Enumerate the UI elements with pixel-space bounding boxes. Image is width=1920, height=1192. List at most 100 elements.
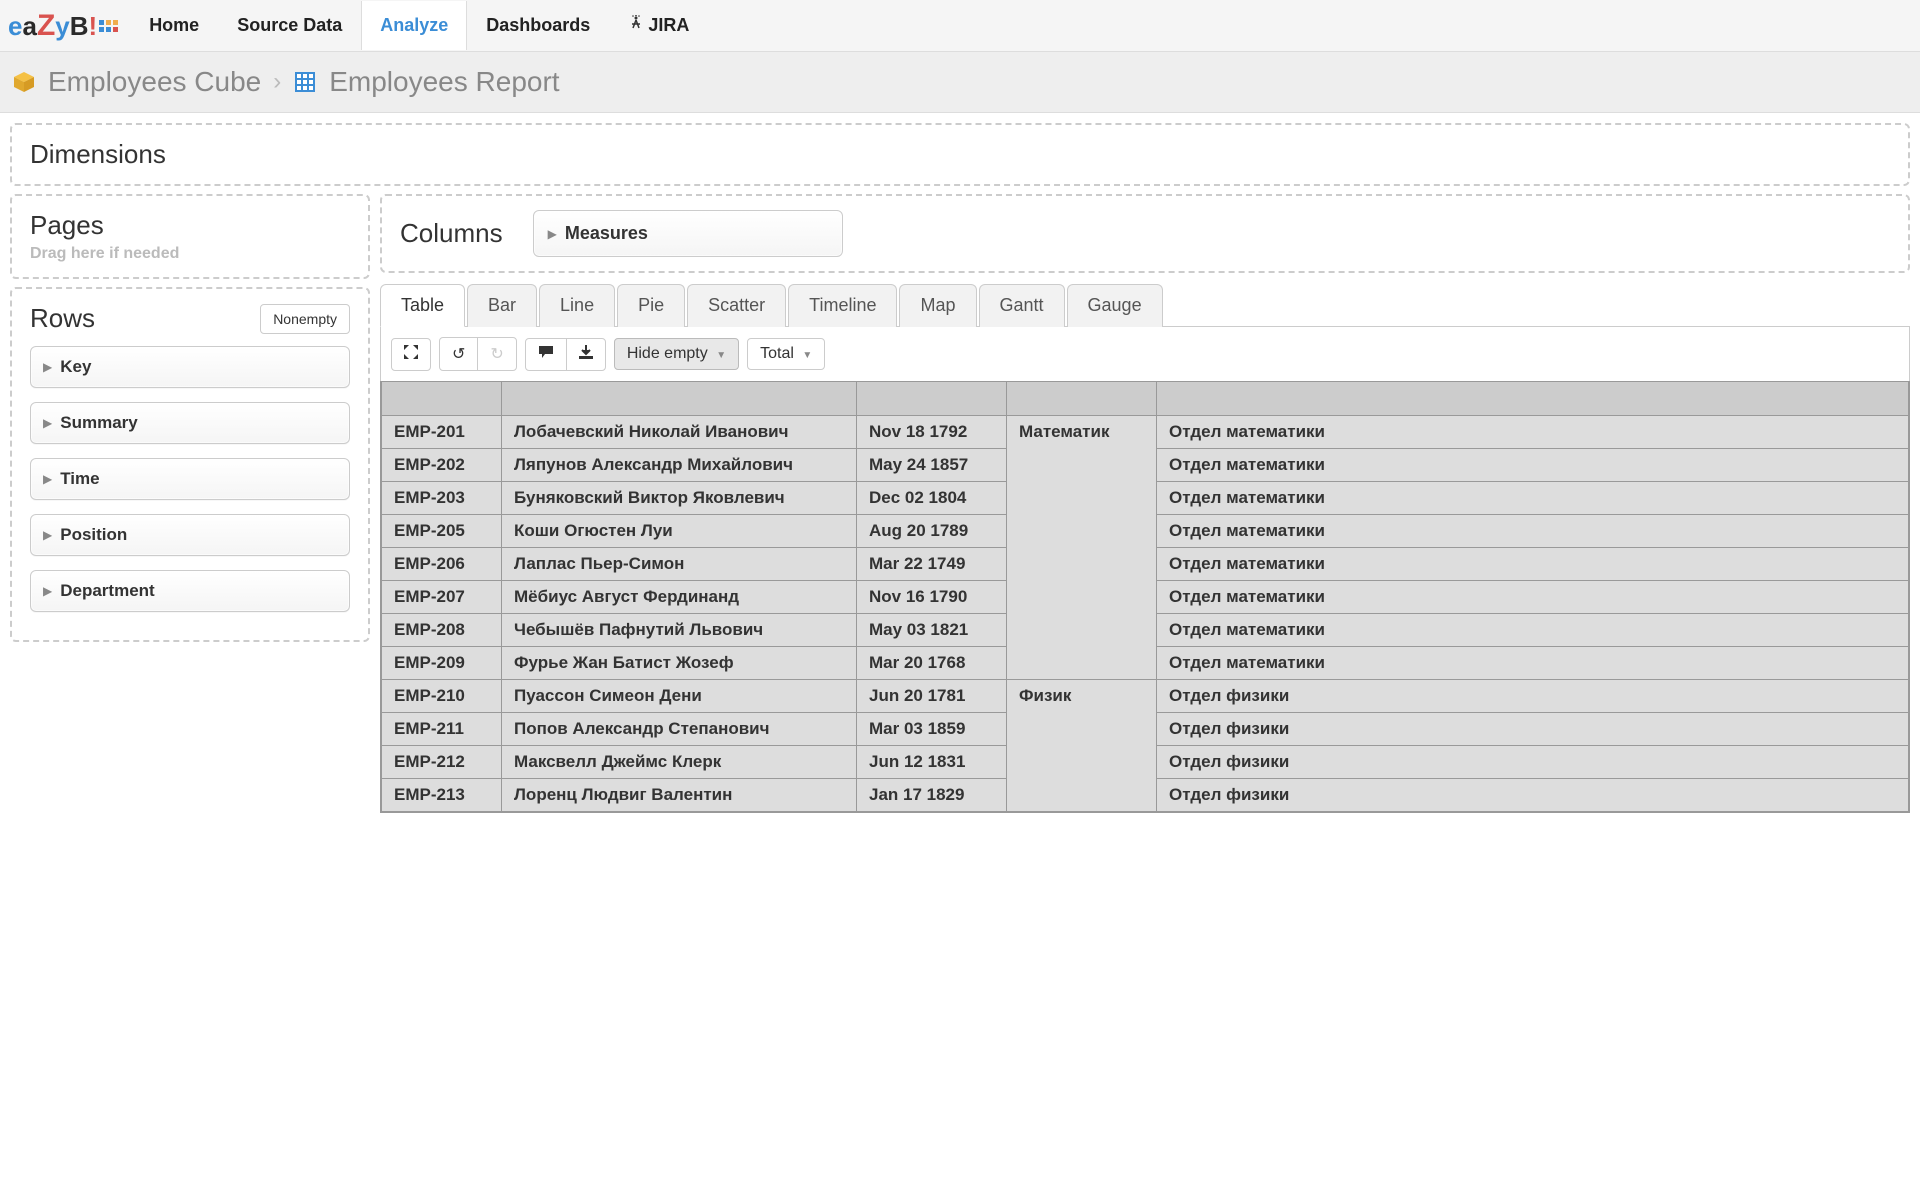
tab-gauge[interactable]: Gauge (1067, 284, 1163, 327)
cell-name[interactable]: Ляпунов Александр Михайлович (502, 449, 857, 482)
rows-panel[interactable]: Rows Nonempty ▶Key▶Summary▶Time▶Position… (10, 287, 370, 642)
cell-department[interactable]: Отдел математики (1157, 548, 1909, 581)
cell-name[interactable]: Лобачевский Николай Иванович (502, 416, 857, 449)
total-dropdown[interactable]: Total ▼ (747, 338, 825, 370)
cell-department[interactable]: Отдел математики (1157, 647, 1909, 680)
cell-key[interactable]: EMP-212 (382, 746, 502, 779)
nav-jira[interactable]: JIRA (609, 1, 708, 50)
dimensions-title: Dimensions (30, 139, 1890, 170)
cell-date[interactable]: Mar 22 1749 (857, 548, 1007, 581)
breadcrumb-cube-name[interactable]: Employees Cube (48, 66, 261, 98)
cell-date[interactable]: Aug 20 1789 (857, 515, 1007, 548)
cell-department[interactable]: Отдел физики (1157, 713, 1909, 746)
breadcrumb-report-name[interactable]: Employees Report (329, 66, 559, 98)
triangle-right-icon: ▶ (43, 416, 52, 430)
tab-timeline[interactable]: Timeline (788, 284, 897, 327)
nav-analyze[interactable]: Analyze (361, 1, 467, 50)
breadcrumb: Employees Cube › Employees Report (0, 52, 1920, 113)
row-dimension-key[interactable]: ▶Key (30, 346, 350, 388)
cell-key[interactable]: EMP-206 (382, 548, 502, 581)
cell-department[interactable]: Отдел математики (1157, 614, 1909, 647)
row-dimension-department[interactable]: ▶ Department (30, 570, 350, 612)
columns-panel[interactable]: Columns ▶ Measures (380, 194, 1910, 273)
data-table: EMP-201Лобачевский Николай ИвановичNov 1… (381, 381, 1909, 812)
cell-name[interactable]: Лаплас Пьер-Симон (502, 548, 857, 581)
cell-name[interactable]: Коши Огюстен Луи (502, 515, 857, 548)
dimensions-panel[interactable]: Dimensions (10, 123, 1910, 186)
cell-key[interactable]: EMP-210 (382, 680, 502, 713)
cell-date[interactable]: Jun 12 1831 (857, 746, 1007, 779)
cell-name[interactable]: Максвелл Джеймс Клерк (502, 746, 857, 779)
cell-date[interactable]: Nov 18 1792 (857, 416, 1007, 449)
row-dimension-summary[interactable]: ▶Summary (30, 402, 350, 444)
cell-key[interactable]: EMP-205 (382, 515, 502, 548)
nonempty-button[interactable]: Nonempty (260, 304, 350, 334)
dimension-label: Key (60, 357, 91, 377)
pages-panel[interactable]: Pages Drag here if needed (10, 194, 370, 279)
cell-department[interactable]: Отдел математики (1157, 515, 1909, 548)
cell-position[interactable]: Физик (1007, 680, 1157, 812)
cell-name[interactable]: Буняковский Виктор Яковлевич (502, 482, 857, 515)
cell-department[interactable]: Отдел физики (1157, 680, 1909, 713)
cell-date[interactable]: Mar 20 1768 (857, 647, 1007, 680)
cell-position[interactable]: Математик (1007, 416, 1157, 680)
tab-line[interactable]: Line (539, 284, 615, 327)
nav-source-data[interactable]: Source Data (218, 1, 361, 50)
measures-pill[interactable]: ▶ Measures (533, 210, 843, 257)
triangle-right-icon: ▶ (43, 528, 52, 542)
top-navbar: eaZyB! Home Source Data Analyze Dashboar… (0, 0, 1920, 52)
tab-scatter[interactable]: Scatter (687, 284, 786, 327)
cell-name[interactable]: Мёбиус Август Фердинанд (502, 581, 857, 614)
cell-key[interactable]: EMP-203 (382, 482, 502, 515)
cell-name[interactable]: Фурье Жан Батист Жозеф (502, 647, 857, 680)
table-row[interactable]: EMP-210Пуассон Симеон ДениJun 20 1781Физ… (382, 680, 1909, 713)
row-dimension-position[interactable]: ▶Position (30, 514, 350, 556)
cell-key[interactable]: EMP-207 (382, 581, 502, 614)
cell-department[interactable]: Отдел математики (1157, 482, 1909, 515)
download-icon (579, 346, 593, 363)
cell-department[interactable]: Отдел физики (1157, 779, 1909, 812)
cell-date[interactable]: Mar 03 1859 (857, 713, 1007, 746)
tab-bar[interactable]: Bar (467, 284, 537, 327)
logo[interactable]: eaZyB! (8, 9, 118, 43)
tab-table[interactable]: Table (380, 284, 465, 327)
cell-key[interactable]: EMP-213 (382, 779, 502, 812)
cell-key[interactable]: EMP-209 (382, 647, 502, 680)
fullscreen-button[interactable] (391, 338, 431, 371)
cell-key[interactable]: EMP-211 (382, 713, 502, 746)
cell-key[interactable]: EMP-201 (382, 416, 502, 449)
cell-date[interactable]: Dec 02 1804 (857, 482, 1007, 515)
nav-home[interactable]: Home (130, 1, 218, 50)
nav-dashboards[interactable]: Dashboards (467, 1, 609, 50)
comment-button[interactable] (525, 338, 567, 371)
cell-date[interactable]: Nov 16 1790 (857, 581, 1007, 614)
triangle-right-icon: ▶ (548, 227, 557, 241)
cell-date[interactable]: May 03 1821 (857, 614, 1007, 647)
caret-down-icon: ▼ (716, 350, 726, 361)
triangle-right-icon: ▶ (43, 584, 52, 598)
cube-icon (12, 70, 36, 94)
cell-date[interactable]: May 24 1857 (857, 449, 1007, 482)
redo-button[interactable]: ↻ (477, 337, 516, 371)
cell-department[interactable]: Отдел математики (1157, 416, 1909, 449)
cell-name[interactable]: Чебышёв Пафнутий Львович (502, 614, 857, 647)
cell-date[interactable]: Jan 17 1829 (857, 779, 1007, 812)
download-button[interactable] (566, 338, 606, 371)
tab-pie[interactable]: Pie (617, 284, 685, 327)
cell-department[interactable]: Отдел математики (1157, 449, 1909, 482)
cell-department[interactable]: Отдел математики (1157, 581, 1909, 614)
cell-key[interactable]: EMP-202 (382, 449, 502, 482)
tab-gantt[interactable]: Gantt (979, 284, 1065, 327)
row-dimension-time[interactable]: ▶Time (30, 458, 350, 500)
cell-name[interactable]: Попов Александр Степанович (502, 713, 857, 746)
undo-button[interactable]: ↺ (439, 337, 478, 371)
cell-name[interactable]: Пуассон Симеон Дени (502, 680, 857, 713)
table-row[interactable]: EMP-201Лобачевский Николай ИвановичNov 1… (382, 416, 1909, 449)
tab-map[interactable]: Map (899, 284, 976, 327)
hide-empty-dropdown[interactable]: Hide empty ▼ (614, 338, 739, 370)
dimension-label: Department (60, 581, 154, 601)
cell-department[interactable]: Отдел физики (1157, 746, 1909, 779)
cell-name[interactable]: Лоренц Людвиг Валентин (502, 779, 857, 812)
cell-key[interactable]: EMP-208 (382, 614, 502, 647)
cell-date[interactable]: Jun 20 1781 (857, 680, 1007, 713)
